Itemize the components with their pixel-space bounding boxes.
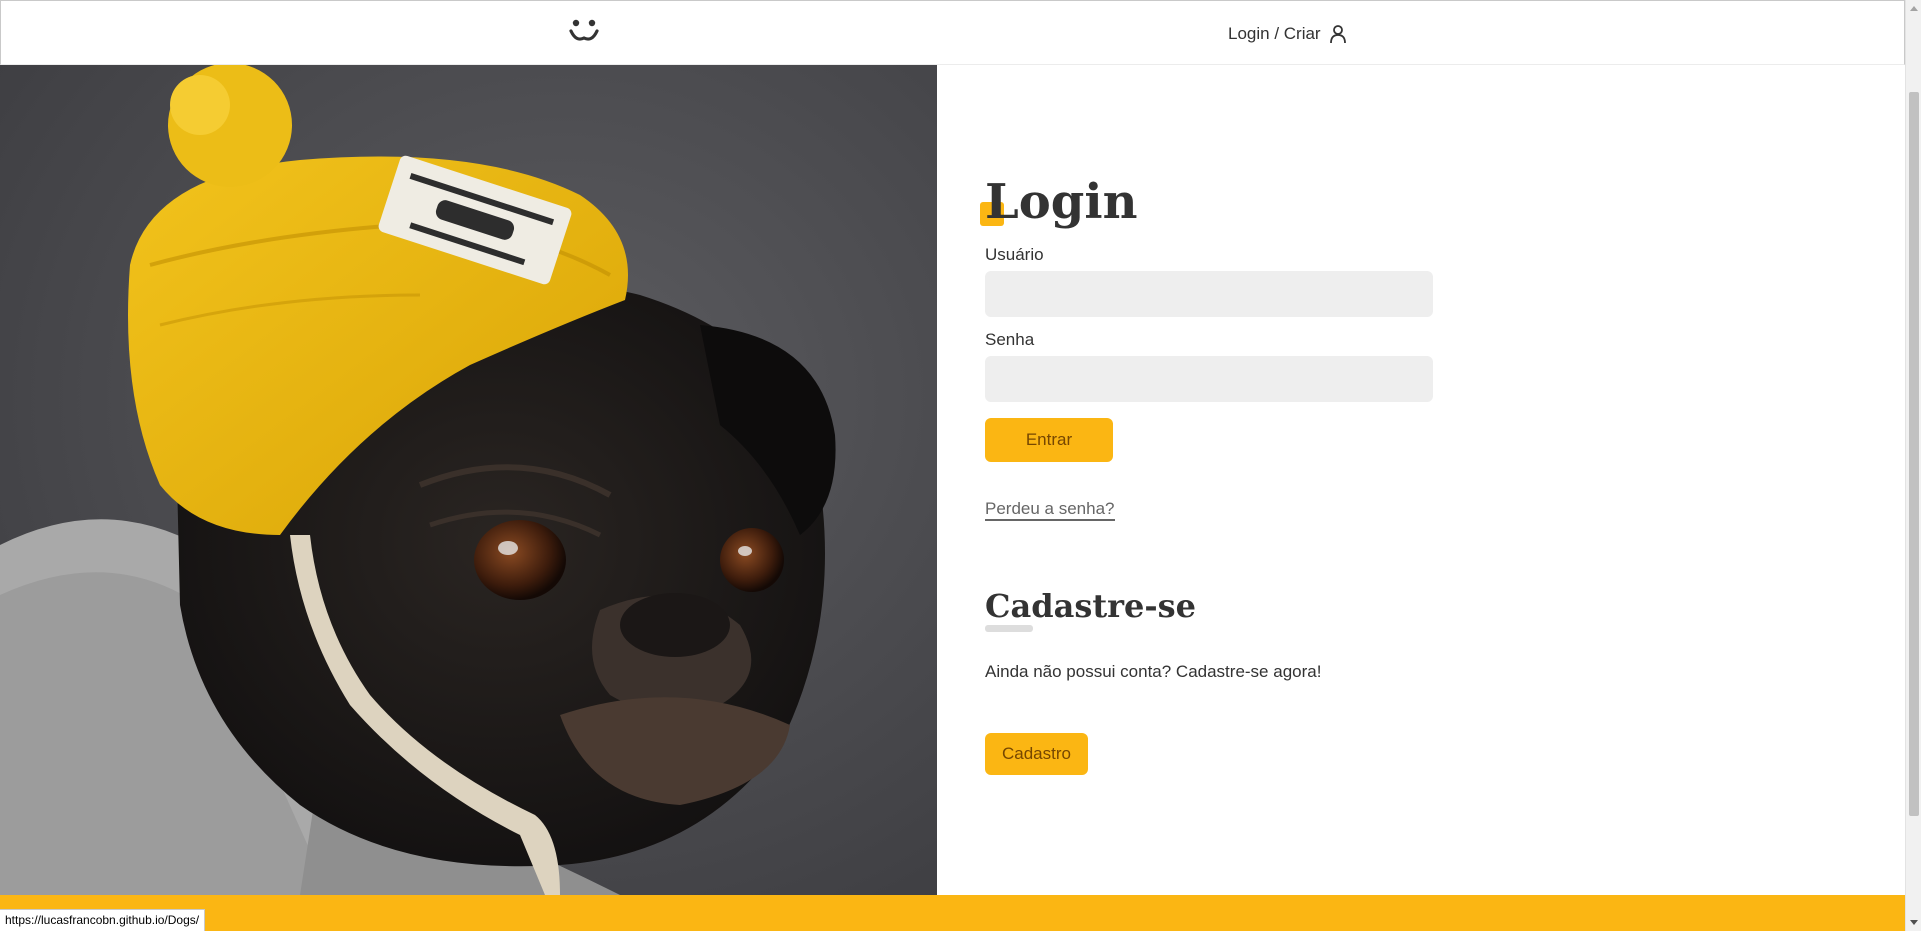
pug-photo <box>0 65 937 895</box>
username-input[interactable] <box>985 271 1433 317</box>
pug-illustration <box>0 65 937 895</box>
scrollbar-thumb[interactable] <box>1909 92 1919 816</box>
login-title: Login <box>985 174 1138 230</box>
dog-face-icon <box>569 19 599 41</box>
scroll-up-arrow-icon[interactable] <box>1906 0 1921 16</box>
password-input[interactable] <box>985 356 1433 402</box>
site-header: Login / Criar <box>0 0 1905 65</box>
password-label: Senha <box>985 330 1035 349</box>
signup-title-underline <box>985 625 1033 632</box>
signup-title: Cadastre-se <box>985 587 1196 625</box>
page: Login / Criar Login Usuário Senha Entrar… <box>0 0 1921 931</box>
login-create-link[interactable]: Login / Criar <box>1228 22 1347 46</box>
site-footer <box>0 895 1905 931</box>
user-icon <box>1329 25 1346 44</box>
login-create-label: Login / Criar <box>1228 24 1321 43</box>
status-bar-url: https://lucasfrancobn.github.io/Dogs/ <box>0 909 206 931</box>
signup-button[interactable]: Cadastro <box>985 733 1088 775</box>
scroll-down-arrow-icon[interactable] <box>1906 915 1921 931</box>
username-label: Usuário <box>985 245 1044 264</box>
vertical-scrollbar[interactable] <box>1905 0 1921 931</box>
login-submit-button[interactable]: Entrar <box>985 418 1113 462</box>
forgot-password-link[interactable]: Perdeu a senha? <box>985 499 1115 521</box>
dogs-logo-icon[interactable] <box>567 18 601 46</box>
signup-description: Ainda não possui conta? Cadastre-se agor… <box>985 662 1322 681</box>
